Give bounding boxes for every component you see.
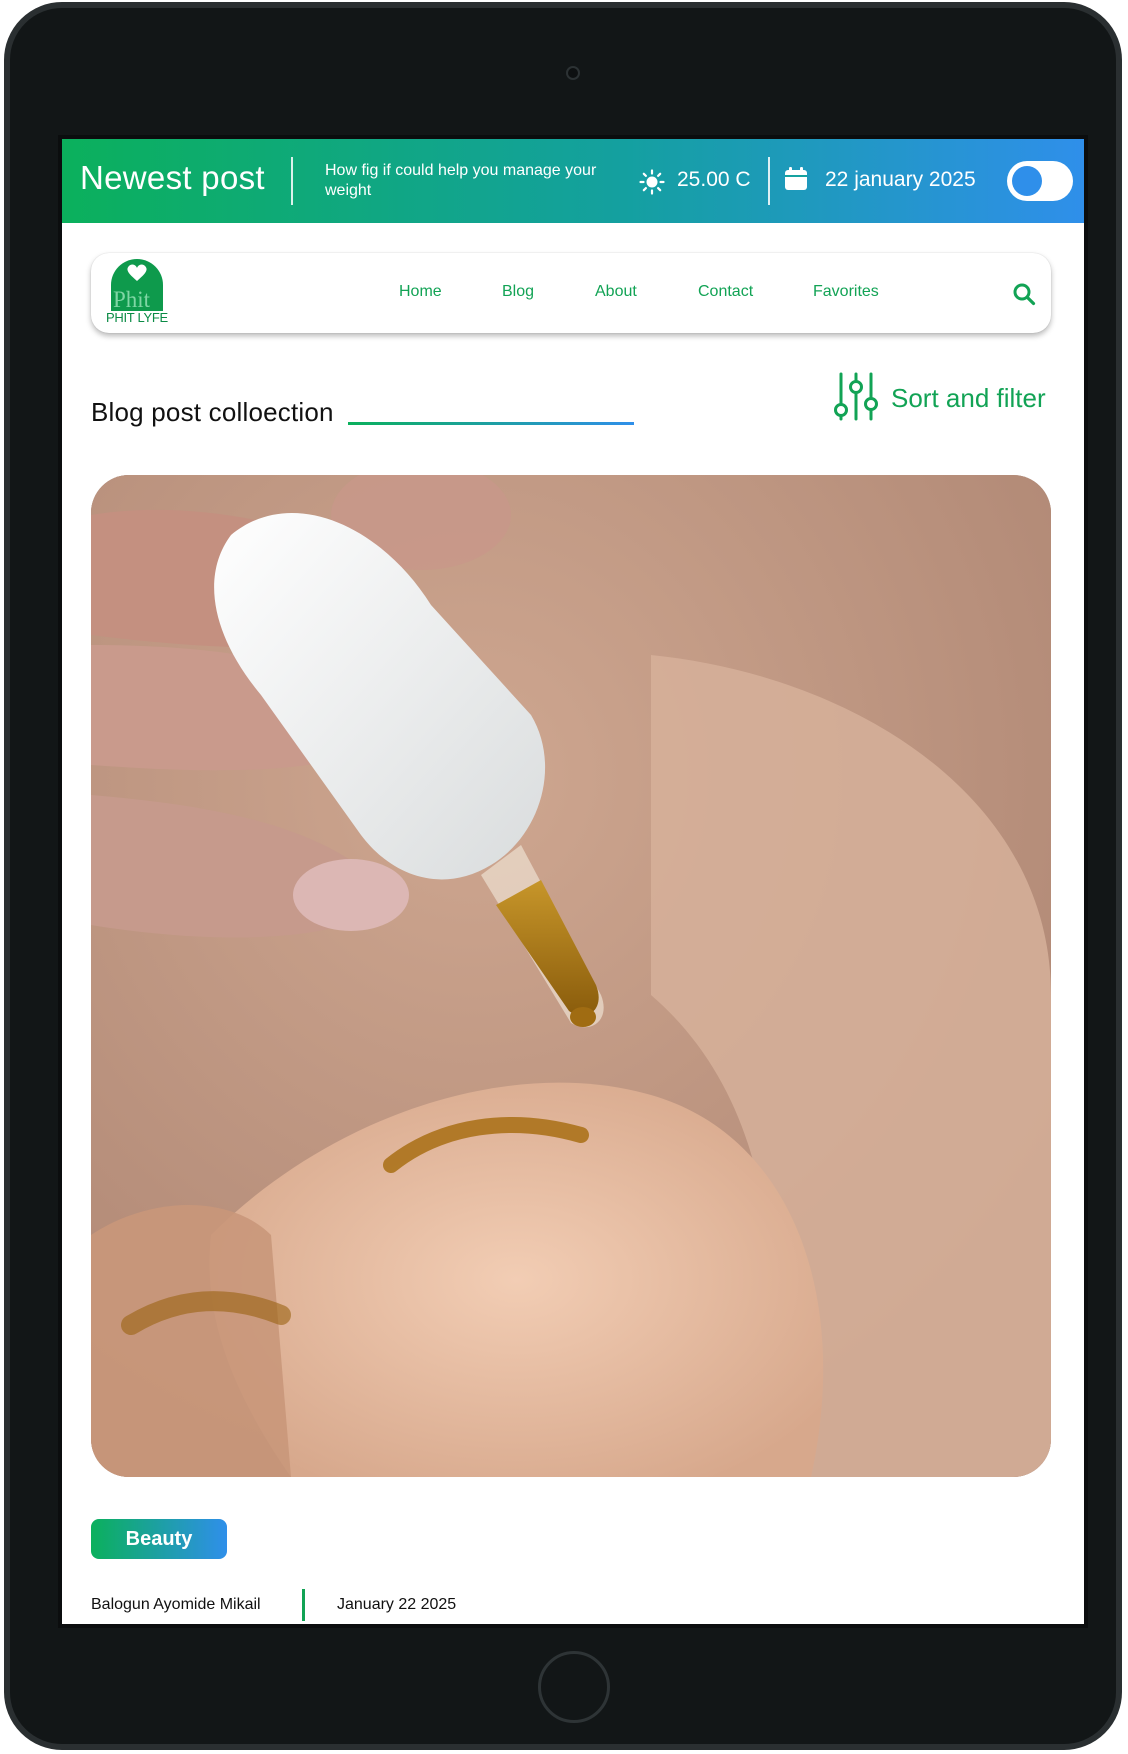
calendar-icon bbox=[785, 167, 807, 190]
nav-home[interactable]: Home bbox=[399, 283, 442, 301]
logo-text: PHIT LYFE bbox=[106, 310, 168, 325]
screen: Newest post How fig if could help you ma… bbox=[58, 135, 1088, 1628]
sliders-icon bbox=[834, 372, 878, 421]
nav-contact[interactable]: Contact bbox=[698, 283, 753, 301]
tablet-frame: Newest post How fig if could help you ma… bbox=[4, 2, 1122, 1750]
post-date: January 22 2025 bbox=[337, 1596, 457, 1613]
logo-mark-icon: Phit bbox=[111, 259, 163, 311]
nav-favorites[interactable]: Favorites bbox=[813, 283, 879, 301]
theme-toggle[interactable] bbox=[1007, 161, 1073, 201]
nav-about[interactable]: About bbox=[595, 283, 637, 301]
heading-underline bbox=[348, 422, 634, 425]
post-image[interactable] bbox=[91, 475, 1051, 1477]
home-button[interactable] bbox=[538, 1651, 610, 1723]
nav-blog[interactable]: Blog bbox=[502, 283, 534, 301]
newest-post-banner[interactable]: Newest post How fig if could help you ma… bbox=[62, 139, 1084, 223]
banner-divider-2 bbox=[768, 157, 770, 205]
sort-filter-label: Sort and filter bbox=[891, 383, 1046, 413]
meta-divider bbox=[302, 1589, 305, 1621]
toggle-knob bbox=[1012, 166, 1042, 196]
search-icon[interactable] bbox=[1012, 282, 1036, 306]
banner-post-title[interactable]: How fig if could help you manage your we… bbox=[325, 161, 605, 201]
camera-icon bbox=[566, 66, 580, 80]
post-author: Balogun Ayomide Mikail bbox=[91, 1596, 261, 1613]
logo[interactable]: Phit PHIT LYFE bbox=[103, 259, 173, 325]
sun-icon bbox=[639, 169, 665, 195]
category-tag[interactable]: Beauty bbox=[91, 1519, 227, 1559]
navbar: Phit PHIT LYFE Home Blog About Contact F… bbox=[91, 253, 1051, 333]
section-heading: Blog post colloection bbox=[91, 397, 334, 427]
banner-date: 22 january 2025 bbox=[825, 168, 976, 191]
banner-divider bbox=[291, 157, 293, 205]
svg-text:Phit: Phit bbox=[113, 287, 151, 311]
banner-title: Newest post bbox=[80, 159, 265, 196]
temperature: 25.00 C bbox=[677, 168, 751, 191]
dropper-photo-illustration bbox=[91, 475, 1051, 1477]
